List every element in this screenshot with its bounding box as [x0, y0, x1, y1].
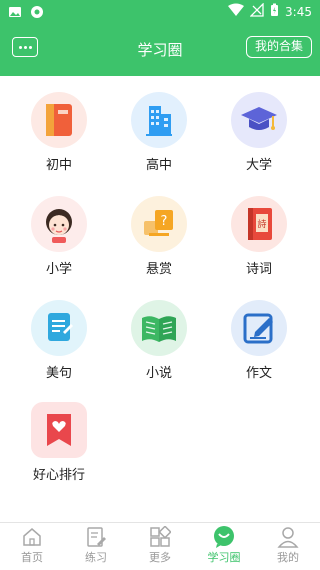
category-grid: 初中 高中 大学 小学 ? 悬赏 詩 诗词 美句 小说 作文 好心排行: [0, 76, 320, 522]
category-label: 美句: [45, 366, 72, 381]
building-icon: [131, 92, 187, 148]
edit-icon: [231, 300, 287, 356]
book-icon: [31, 92, 87, 148]
category-university[interactable]: 大学: [219, 80, 299, 180]
document-icon: [31, 300, 87, 356]
category-primary[interactable]: 小学: [19, 184, 99, 284]
practice-icon: [83, 525, 109, 549]
tab-label: 练习: [85, 551, 107, 564]
poetry-book-icon: 詩: [231, 196, 287, 252]
category-label: 好心排行: [32, 468, 85, 483]
wifi-icon: [228, 3, 245, 20]
tab-home[interactable]: 首页: [0, 523, 64, 570]
category-novel[interactable]: 小说: [119, 288, 199, 388]
svg-text:?: ?: [161, 214, 168, 229]
app-header: 3:45 学习圈 我的合集: [0, 0, 320, 76]
tab-study-circle[interactable]: 学习圈: [192, 523, 256, 570]
tab-more[interactable]: 更多: [128, 523, 192, 570]
signal-icon: [249, 2, 264, 20]
category-label: 初中: [45, 158, 72, 173]
tab-label: 更多: [149, 551, 171, 564]
category-junior-high[interactable]: 初中: [19, 80, 99, 180]
category-label: 诗词: [245, 262, 272, 277]
svg-text:詩: 詩: [257, 218, 266, 230]
tab-label: 首页: [21, 551, 43, 564]
user-icon: [275, 525, 301, 549]
status-time: 3:45: [285, 4, 312, 19]
category-label: 高中: [145, 158, 172, 173]
tab-mine[interactable]: 我的: [256, 523, 320, 570]
battery-icon: [270, 3, 279, 20]
girl-icon: [31, 196, 87, 252]
open-book-icon: [131, 300, 187, 356]
grid-icon: [147, 525, 173, 549]
category-kindness-ranking[interactable]: 好心排行: [19, 390, 99, 490]
tab-practice[interactable]: 练习: [64, 523, 128, 570]
image-icon: [8, 4, 22, 23]
graduation-cap-icon: [231, 92, 287, 148]
category-composition[interactable]: 作文: [219, 288, 299, 388]
category-label: 作文: [245, 366, 272, 381]
home-icon: [19, 525, 45, 549]
tab-label: 我的: [277, 551, 299, 564]
category-label: 小学: [45, 262, 72, 277]
tab-label: 学习圈: [207, 551, 241, 564]
category-senior-high[interactable]: 高中: [119, 80, 199, 180]
chat-icon: [211, 525, 237, 549]
bottom-tab-bar: 首页 练习 更多 学习圈 我的: [0, 522, 320, 570]
status-bar: 3:45: [0, 0, 320, 24]
my-collection-button[interactable]: 我的合集: [245, 36, 312, 58]
category-label: 小说: [145, 366, 172, 381]
navigation-bar: 学习圈 我的合集: [0, 24, 320, 76]
category-quotes[interactable]: 美句: [19, 288, 99, 388]
category-poetry[interactable]: 詩 诗词: [219, 184, 299, 284]
category-label: 悬赏: [145, 262, 172, 277]
app-notification-icon: [30, 4, 44, 23]
category-label: 大学: [245, 158, 272, 173]
heart-bookmark-icon: [31, 402, 87, 458]
question-card-icon: ?: [131, 196, 187, 252]
category-bounty[interactable]: ? 悬赏: [119, 184, 199, 284]
